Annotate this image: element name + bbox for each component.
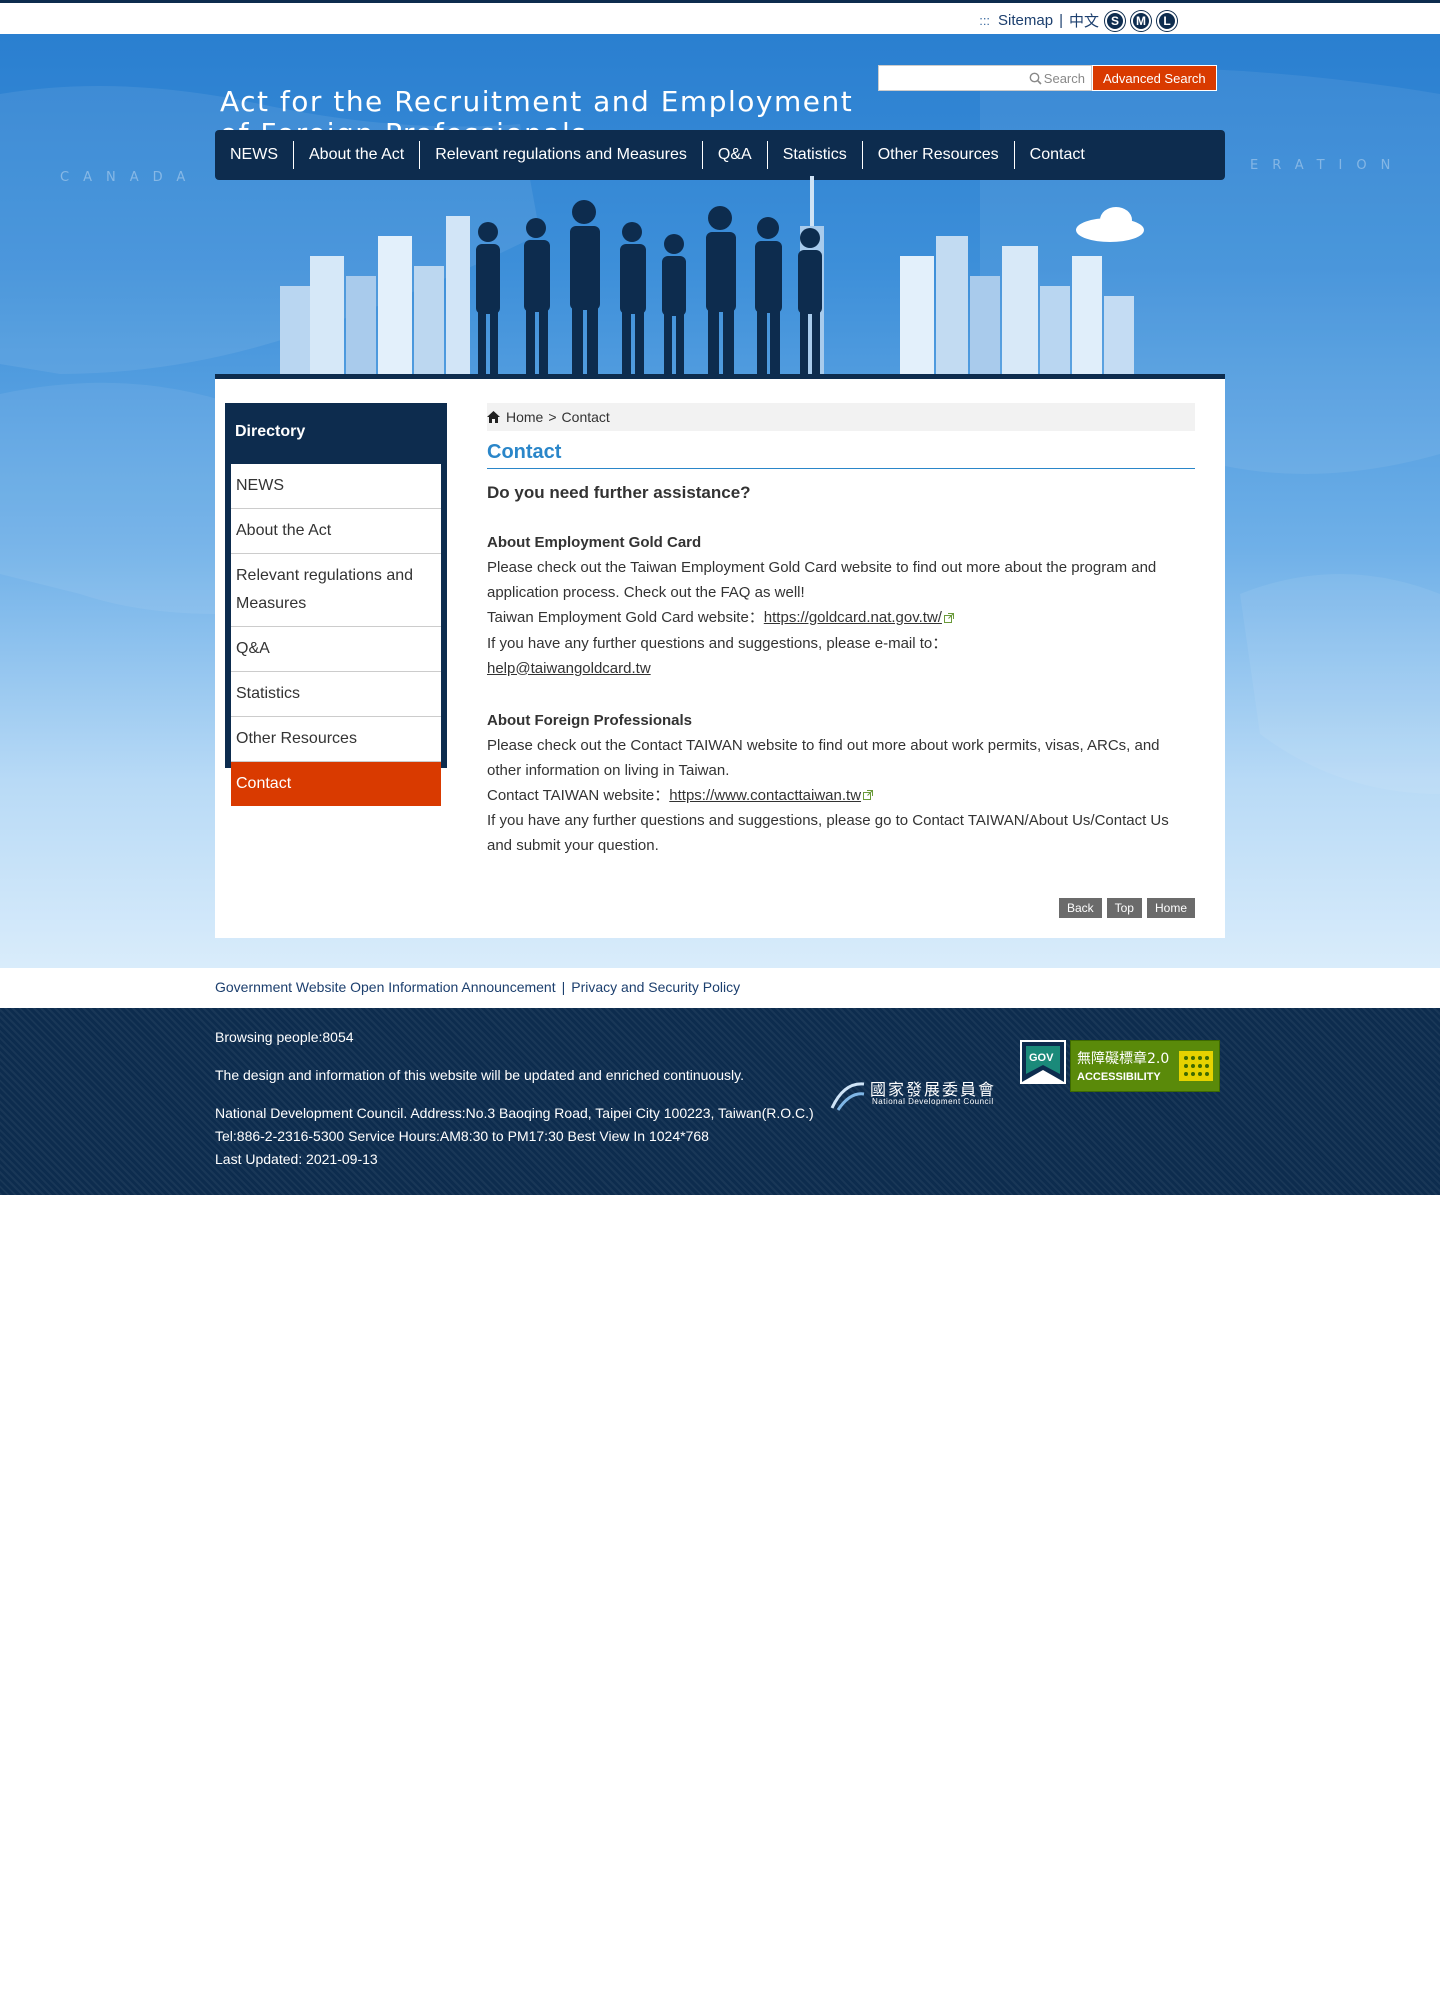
sidebar-item-statistics[interactable]: Statistics <box>231 672 441 717</box>
sidebar-item-news[interactable]: NEWS <box>231 464 441 509</box>
gold-card-site-line: Taiwan Employment Gold Card website：http… <box>487 605 1195 631</box>
contact-taiwan-site-line: Contact TAIWAN website：https://www.conta… <box>487 783 1195 809</box>
sidebar-item-about-the-act[interactable]: About the Act <box>231 509 441 554</box>
accessibility-badge[interactable]: 無障礙標章2.0 ACCESSIBILITY <box>1070 1040 1220 1092</box>
external-link-icon <box>863 783 874 808</box>
map-label-eration: ERATION <box>1250 158 1405 173</box>
sidebar-item-other-resources[interactable]: Other Resources <box>231 717 441 762</box>
gold-card-email-link[interactable]: help@taiwangoldcard.tw <box>487 660 651 677</box>
browsing-count: Browsing people:8054 <box>215 1029 354 1045</box>
footer-link-separator: | <box>561 979 566 995</box>
contact-body: About Employment Gold Card Please check … <box>487 530 1195 858</box>
footer-info: Browsing people:8054 The design and info… <box>215 1026 814 1171</box>
sidebar-item-contact[interactable]: Contact <box>231 762 441 806</box>
top-utility-links: ::: Sitemap | 中文 S M L <box>979 10 1177 31</box>
foreign-professionals-paragraph: Please check out the Contact TAIWAN webs… <box>487 736 1160 779</box>
accessibility-badge-title: 無障礙標章2.0 <box>1077 1051 1170 1067</box>
footer-links-bar: Government Website Open Information Anno… <box>0 968 1440 1008</box>
search-placeholder-text: Search <box>1043 71 1085 86</box>
top-utility-bar: ::: Sitemap | 中文 S M L <box>0 0 1440 34</box>
footer-address: National Development Council. Address:No… <box>215 1105 814 1121</box>
back-button[interactable]: Back <box>1058 898 1102 918</box>
nav-item-regulations[interactable]: Relevant regulations and Measures <box>420 141 703 169</box>
font-size-small-button[interactable]: S <box>1105 10 1125 31</box>
external-link-icon <box>943 606 954 631</box>
main-content: Home > Contact Contact Do you need furth… <box>487 403 1195 858</box>
gov-badge[interactable]: GOV <box>1020 1040 1066 1084</box>
nav-item-about-the-act[interactable]: About the Act <box>294 141 421 169</box>
main-nav: NEWS About the Act Relevant regulations … <box>215 130 1225 180</box>
privacy-policy-link[interactable]: Privacy and Security Policy <box>571 979 740 995</box>
divider: | <box>1059 12 1063 29</box>
accessibility-grid-icon <box>1179 1051 1213 1081</box>
sidebar-item-qa[interactable]: Q&A <box>231 627 441 672</box>
breadcrumb-current: Contact <box>561 409 610 425</box>
ndc-name-english: National Development Council <box>872 1097 994 1106</box>
accesskey-marker[interactable]: ::: <box>979 13 990 28</box>
open-info-announcement-link[interactable]: Government Website Open Information Anno… <box>215 979 556 995</box>
gold-card-email-line: If you have any further questions and su… <box>487 631 1195 681</box>
ndc-emblem-icon <box>830 1082 865 1111</box>
font-size-large-button[interactable]: L <box>1157 10 1177 31</box>
sidebar-item-regulations[interactable]: Relevant regulations and Measures <box>231 554 441 627</box>
search-icon <box>1029 72 1042 85</box>
home-button[interactable]: Home <box>1146 898 1195 918</box>
sidebar-list: NEWS About the Act Relevant regulations … <box>231 464 441 806</box>
sidebar-directory: Directory NEWS About the Act Relevant re… <box>225 403 447 806</box>
lead-heading: Do you need further assistance? <box>487 483 751 502</box>
nav-item-contact[interactable]: Contact <box>1015 141 1100 169</box>
gold-card-paragraph: Please check out the Taiwan Employment G… <box>487 559 1157 601</box>
nav-item-other-resources[interactable]: Other Resources <box>863 141 1015 169</box>
accessibility-badge-label: ACCESSIBILITY <box>1077 1071 1161 1083</box>
site-footer: Browsing people:8054 The design and info… <box>0 1008 1440 1195</box>
nav-item-news[interactable]: NEWS <box>215 141 294 169</box>
breadcrumb-home-link[interactable]: Home <box>506 409 543 425</box>
contact-taiwan-site-label: Contact TAIWAN website： <box>487 786 670 804</box>
search-box: Search <box>878 65 1092 91</box>
page-title: Contact <box>487 441 1195 469</box>
foreign-professionals-heading: About Foreign Professionals <box>487 711 693 729</box>
sitemap-link[interactable]: Sitemap <box>998 12 1053 29</box>
nav-item-statistics[interactable]: Statistics <box>768 141 863 169</box>
business-people-skyline-illustration <box>280 176 1144 392</box>
page-action-buttons: Back Top Home <box>1058 898 1195 918</box>
footer-links: Government Website Open Information Anno… <box>215 979 740 995</box>
nav-item-qa[interactable]: Q&A <box>703 141 768 169</box>
breadcrumb-separator: > <box>548 409 557 425</box>
gold-card-site-link[interactable]: https://goldcard.nat.gov.tw/ <box>764 609 942 626</box>
gold-card-heading: About Employment Gold Card <box>487 534 702 551</box>
design-note: The design and information of this websi… <box>215 1067 744 1083</box>
content-panel: Directory NEWS About the Act Relevant re… <box>215 374 1225 938</box>
top-button[interactable]: Top <box>1106 898 1142 918</box>
search-area: Search Advanced Search <box>878 65 1217 91</box>
gold-card-email-label: If you have any further questions and su… <box>487 634 948 652</box>
gold-card-site-label: Taiwan Employment Gold Card website： <box>487 609 764 626</box>
site-title-line1: Act for the Recruitment and Employment <box>220 85 854 118</box>
sidebar-title: Directory <box>235 423 306 440</box>
contact-taiwan-site-link[interactable]: https://www.contacttaiwan.tw <box>669 787 861 804</box>
home-icon <box>487 411 500 423</box>
foreign-professionals-note: If you have any further questions and su… <box>487 812 1169 855</box>
chinese-language-link[interactable]: 中文 <box>1069 10 1099 31</box>
advanced-search-button[interactable]: Advanced Search <box>1092 65 1217 91</box>
breadcrumb: Home > Contact <box>487 403 1195 431</box>
font-size-medium-button[interactable]: M <box>1131 10 1151 31</box>
map-label-canada: CANADA <box>60 170 200 185</box>
search-placeholder: Search <box>1029 71 1085 86</box>
footer-last-updated: Last Updated: 2021-09-13 <box>215 1151 378 1167</box>
footer-tel: Tel:886-2-2316-5300 Service Hours:AM8:30… <box>215 1128 709 1144</box>
gov-badge-text: GOV <box>1029 1052 1054 1064</box>
